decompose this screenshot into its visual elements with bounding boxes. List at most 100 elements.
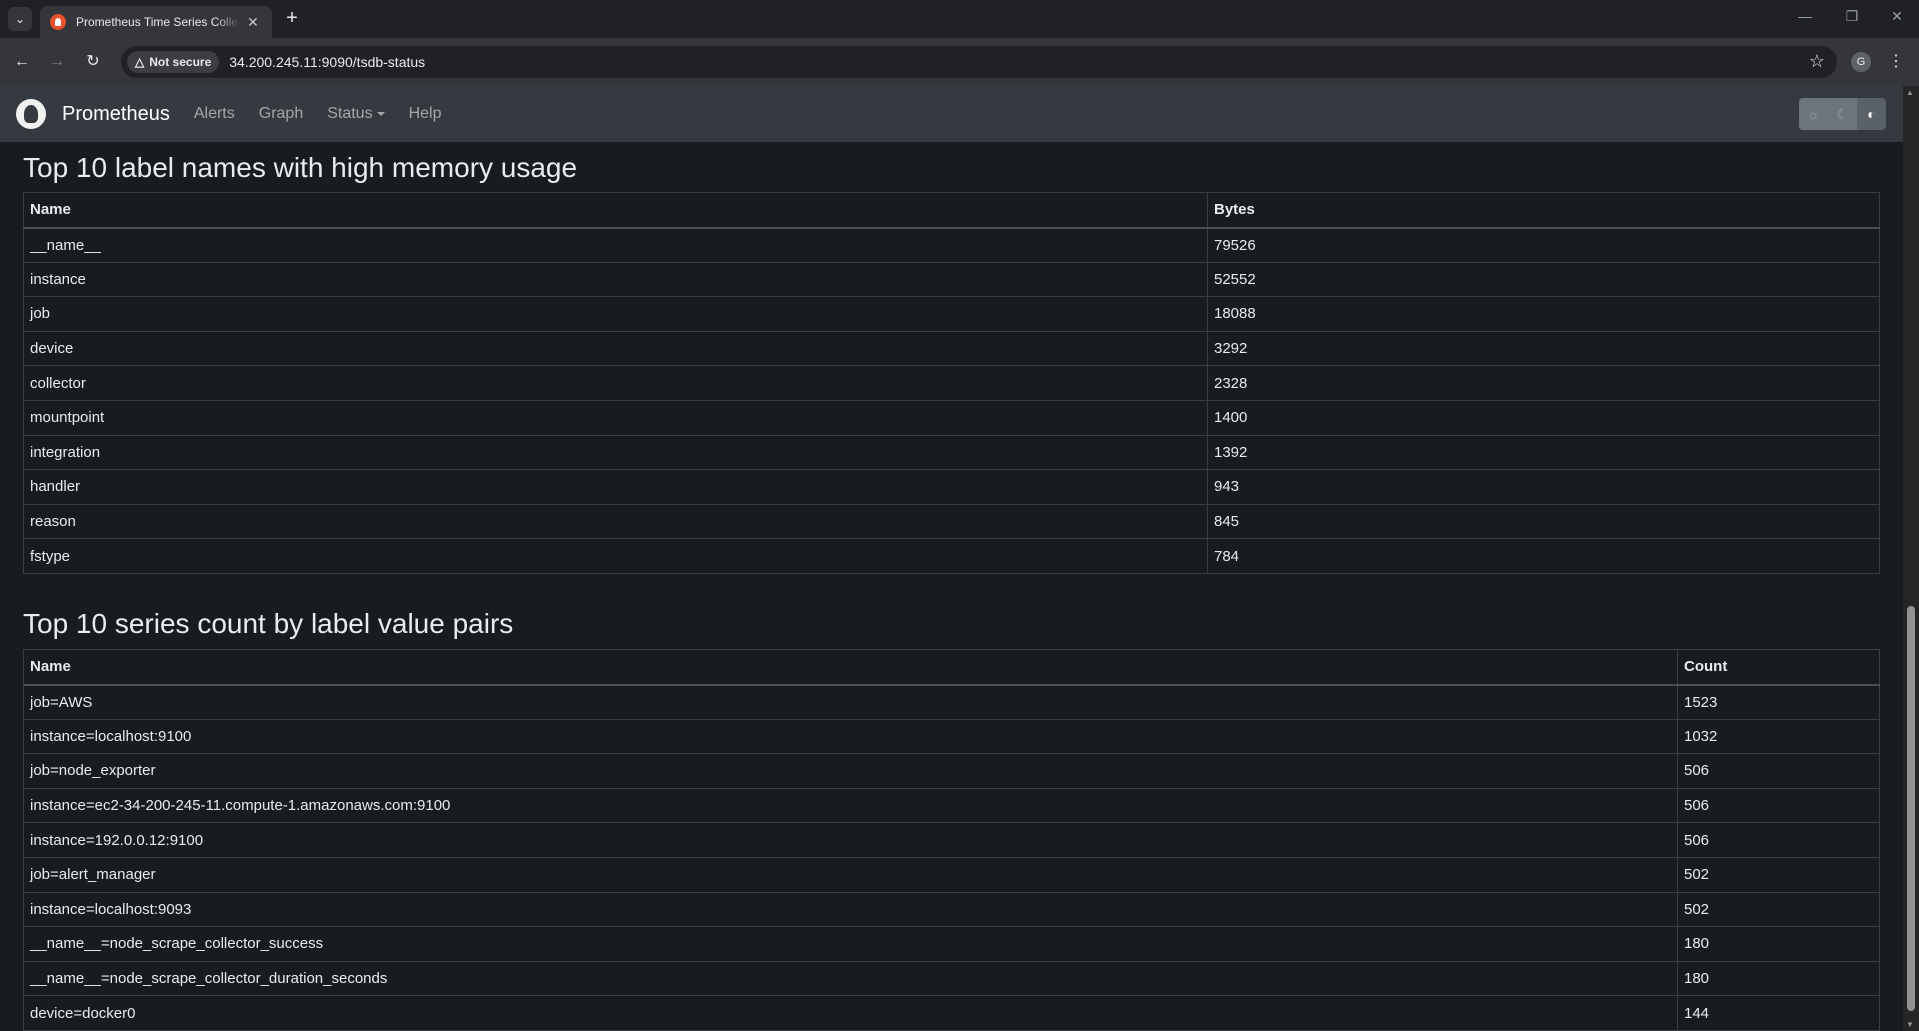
- cell-value: 502: [1677, 891, 1880, 928]
- cell-value: 52552: [1207, 261, 1880, 298]
- nav-graph[interactable]: Graph: [259, 105, 303, 123]
- tab-close-icon[interactable]: ✕: [244, 14, 262, 31]
- table-row: instance=localhost:9100 1032: [23, 718, 1880, 755]
- cell-value: 1392: [1207, 434, 1880, 471]
- cell-value: 1523: [1677, 684, 1880, 720]
- cell-value: 1400: [1207, 399, 1880, 436]
- table-row: mountpoint 1400: [23, 399, 1880, 436]
- series-count-table: Name Count job=AWS 1523 instance=localhost…: [23, 649, 1880, 1031]
- table-row: reason 845: [23, 503, 1880, 540]
- tsdb-status-content: Top 10 label names with high memory usag…: [0, 142, 1903, 1031]
- table-row: __name__=node_scrape_collector_duration_…: [23, 960, 1880, 997]
- cell-value: 502: [1677, 856, 1880, 893]
- table-row: instance=localhost:9093 502: [23, 891, 1880, 928]
- cell-name: job=AWS: [23, 684, 1678, 720]
- cell-value: 784: [1207, 538, 1880, 574]
- table-row: job=node_exporter 506: [23, 753, 1880, 789]
- warning-triangle-icon: △: [135, 55, 145, 69]
- table-row: instance=192.0.0.12:9100 506: [23, 822, 1880, 858]
- cell-name: instance=ec2-34-200-245-11.compute-1.ama…: [23, 787, 1678, 824]
- tab-list-chevron-icon[interactable]: ⌄: [8, 7, 32, 31]
- security-chip[interactable]: △ Not secure: [127, 51, 220, 73]
- table-row: handler 943: [23, 469, 1880, 505]
- cell-value: 18088: [1207, 296, 1880, 332]
- back-arrow-icon[interactable]: ←: [10, 50, 34, 74]
- cell-name: instance=localhost:9093: [23, 891, 1678, 928]
- cell-name: __name__=node_scrape_collector_success: [23, 926, 1678, 962]
- table-row: integration 1392: [23, 434, 1880, 471]
- cell-value: 506: [1677, 822, 1880, 858]
- nav-help[interactable]: Help: [409, 105, 442, 123]
- browser-tab-active[interactable]: Prometheus Time Series Collection and Pr…: [40, 6, 272, 38]
- tab-title: Prometheus Time Series Collection and Pr…: [76, 15, 240, 29]
- cell-value: 2328: [1207, 365, 1880, 401]
- security-label: Not secure: [149, 55, 212, 69]
- cell-value: 506: [1677, 753, 1880, 789]
- scroll-up-arrow-icon[interactable]: ▲: [1906, 88, 1914, 97]
- new-tab-plus-icon[interactable]: +: [281, 8, 303, 30]
- nav-status-dropdown[interactable]: Status: [327, 105, 385, 123]
- cell-name: fstype: [23, 538, 1208, 574]
- cell-value: 144: [1677, 995, 1880, 1031]
- table-row: __name__=node_scrape_collector_success 18…: [23, 926, 1880, 962]
- cell-name: instance=localhost:9100: [23, 718, 1678, 755]
- cell-name: job=node_exporter: [23, 753, 1678, 789]
- prometheus-favicon-icon: [50, 14, 66, 30]
- cell-value: 180: [1677, 960, 1880, 997]
- column-header-name: Name: [23, 649, 1678, 686]
- table-row: instance 52552: [23, 261, 1880, 298]
- reload-icon[interactable]: ↻: [81, 50, 105, 74]
- profile-avatar[interactable]: G: [1851, 52, 1871, 72]
- cell-name: integration: [23, 434, 1208, 471]
- browser-menu-icon[interactable]: ⋮: [1888, 50, 1904, 74]
- table-row: collector 2328: [23, 365, 1880, 401]
- cell-value: 79526: [1207, 227, 1880, 263]
- column-header-name: Name: [23, 192, 1208, 229]
- cell-name: job: [23, 296, 1208, 332]
- close-window-icon[interactable]: ✕: [1887, 8, 1907, 25]
- cell-value: 845: [1207, 503, 1880, 540]
- address-bar[interactable]: △ Not secure 34.200.245.11:9090/tsdb-sta…: [121, 46, 1837, 78]
- column-header-count: Count: [1677, 649, 1880, 686]
- forward-arrow-icon[interactable]: →: [45, 50, 69, 74]
- table-header-row: Name Bytes: [23, 192, 1880, 229]
- table-row: __name__ 79526: [23, 227, 1880, 263]
- cell-value: 943: [1207, 469, 1880, 505]
- cell-name: device: [23, 330, 1208, 367]
- dark-theme-moon-icon[interactable]: ☾: [1828, 98, 1857, 130]
- cell-name: handler: [23, 469, 1208, 505]
- scroll-down-arrow-icon[interactable]: ▼: [1906, 1020, 1914, 1029]
- browser-tabstrip: ⌄ Prometheus Time Series Collection and …: [0, 0, 1919, 38]
- restore-icon[interactable]: ❐: [1842, 8, 1862, 25]
- nav-alerts[interactable]: Alerts: [194, 105, 235, 123]
- table-row: device 3292: [23, 330, 1880, 367]
- cell-name: device=docker0: [23, 995, 1678, 1031]
- light-theme-sun-icon[interactable]: ☼: [1799, 98, 1828, 130]
- table-row: job=AWS 1523: [23, 684, 1880, 720]
- page-scrollbar[interactable]: ▲ ▼: [1903, 86, 1919, 1031]
- cell-name: instance: [23, 261, 1208, 298]
- theme-toggle-group: ☼ ☾ ◐: [1799, 98, 1886, 130]
- cell-name: instance=192.0.0.12:9100: [23, 822, 1678, 858]
- prometheus-logo-icon[interactable]: [16, 99, 46, 129]
- cell-name: job=alert_manager: [23, 856, 1678, 893]
- browser-toolbar: ← → ↻ △ Not secure 34.200.245.11:9090/ts…: [0, 38, 1919, 86]
- brand-link[interactable]: Prometheus: [62, 103, 170, 126]
- series-section-title: Top 10 series count by label value pairs: [23, 608, 514, 639]
- cell-value: 180: [1677, 926, 1880, 962]
- bookmark-star-icon[interactable]: ☆: [1809, 51, 1825, 72]
- url-text[interactable]: 34.200.245.11:9090/tsdb-status: [229, 54, 425, 70]
- scrollbar-thumb[interactable]: [1907, 606, 1915, 1011]
- cell-name: collector: [23, 365, 1208, 401]
- minimize-icon[interactable]: —: [1795, 8, 1815, 24]
- cell-value: 3292: [1207, 330, 1880, 367]
- memory-section-title: Top 10 label names with high memory usag…: [23, 152, 578, 183]
- auto-theme-contrast-icon[interactable]: ◐: [1857, 98, 1886, 130]
- cell-value: 506: [1677, 787, 1880, 824]
- cell-name: reason: [23, 503, 1208, 540]
- cell-name: __name__: [23, 227, 1208, 263]
- table-row: job 18088: [23, 296, 1880, 332]
- column-header-bytes: Bytes: [1207, 192, 1880, 229]
- table-row: instance=ec2-34-200-245-11.compute-1.ama…: [23, 787, 1880, 824]
- memory-usage-table: Name Bytes __name__ 79526 instance 52552 job…: [23, 192, 1880, 574]
